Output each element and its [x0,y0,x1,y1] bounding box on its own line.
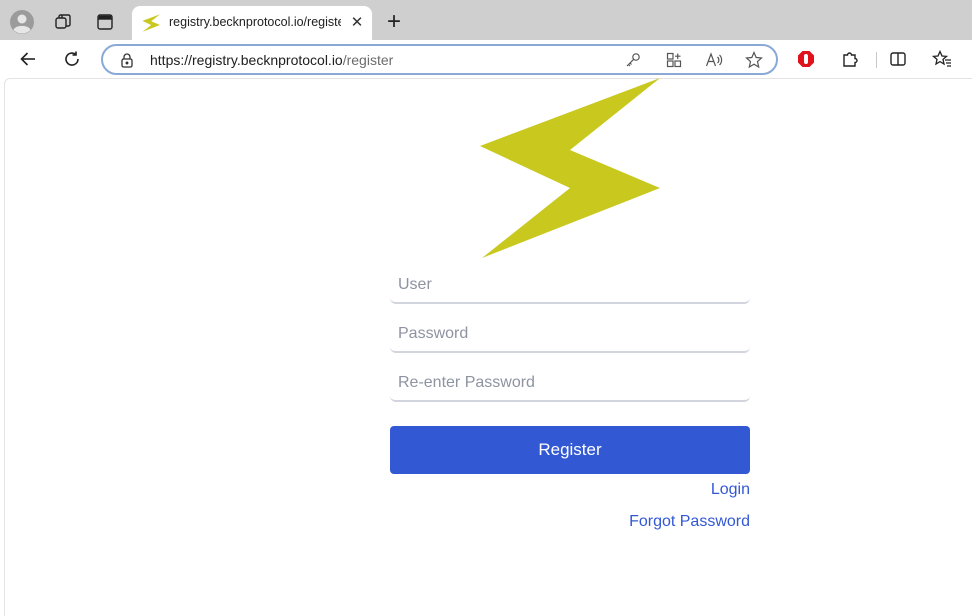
extensions-icon[interactable] [836,45,864,73]
lock-icon[interactable] [119,52,135,68]
key-icon[interactable] [623,50,643,70]
profile-icon[interactable] [8,8,36,36]
browser-tab-bar: registry.becknprotocol.io/register ✕ + [0,0,972,40]
toolbar-divider [876,52,877,68]
url-text[interactable]: https://registry.becknprotocol.io/regist… [150,52,393,68]
split-screen-icon[interactable] [884,45,912,73]
password-input[interactable] [390,317,750,353]
favorites-icon[interactable] [928,45,956,73]
close-icon[interactable]: ✕ [348,13,366,31]
active-tab[interactable]: registry.becknprotocol.io/register ✕ [132,6,372,40]
favorite-star-icon[interactable] [744,50,764,70]
adblock-icon[interactable] [792,45,820,73]
reenter-password-input[interactable] [390,366,750,402]
user-input[interactable] [390,268,750,304]
back-button[interactable] [14,45,42,73]
refresh-button[interactable] [58,45,86,73]
url-path: /register [342,52,394,68]
address-bar[interactable]: https://registry.becknprotocol.io/regist… [101,44,778,75]
beckn-logo [480,78,660,258]
tab-actions-icon[interactable] [91,8,119,36]
register-button[interactable]: Register [390,426,750,474]
forgot-password-link[interactable]: Forgot Password [629,513,750,531]
tab-title: registry.becknprotocol.io/register [169,15,341,29]
apps-icon[interactable] [664,50,684,70]
login-link[interactable]: Login [711,481,750,499]
plus-icon: + [386,8,401,35]
lightning-icon [142,14,160,32]
workspaces-icon[interactable] [49,8,77,36]
browser-toolbar: https://registry.becknprotocol.io/regist… [0,40,972,78]
read-aloud-icon[interactable] [704,50,724,70]
url-host: https://registry.becknprotocol.io [150,52,343,68]
new-tab-button[interactable]: + [380,8,408,36]
